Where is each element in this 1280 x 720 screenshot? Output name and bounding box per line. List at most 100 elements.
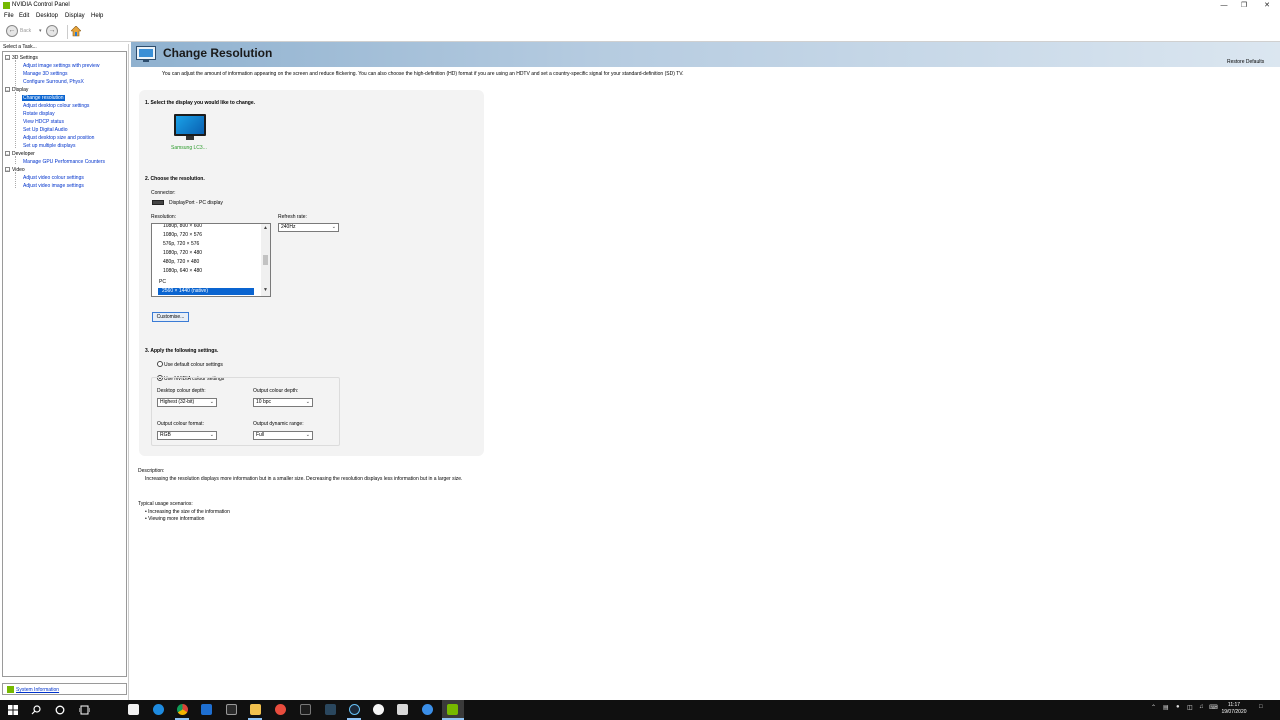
- customise-button[interactable]: Customise...: [152, 312, 189, 322]
- output-colour-depth-select[interactable]: 10 bpc ⌄: [253, 398, 313, 407]
- search-icon[interactable]: [31, 705, 41, 715]
- ethernet-icon[interactable]: ◫: [1187, 704, 1193, 711]
- close-button[interactable]: ✕: [1254, 0, 1280, 11]
- network-icon[interactable]: ▤: [1163, 704, 1169, 711]
- ubisoft-icon[interactable]: [300, 704, 311, 715]
- controller-icon[interactable]: [397, 704, 408, 715]
- collapse-icon[interactable]: –: [5, 151, 10, 157]
- resolution-option[interactable]: 1080p, 720 × 576: [163, 232, 202, 238]
- output-colour-format-select[interactable]: RGB ⌄: [157, 431, 217, 440]
- back-label[interactable]: Back: [20, 28, 31, 34]
- task-manage-3d-settings[interactable]: Manage 3D settings: [23, 71, 67, 77]
- refresh-rate-label: Refresh rate:: [278, 214, 307, 220]
- clock-date: 19/07/2020: [1221, 709, 1247, 715]
- collapse-icon[interactable]: –: [5, 87, 10, 93]
- task-change-resolution[interactable]: Change resolution: [22, 95, 65, 101]
- page-title: Change Resolution: [163, 46, 273, 60]
- menu-help[interactable]: Help: [91, 13, 103, 19]
- windows-start-icon[interactable]: [8, 705, 18, 715]
- usage-item: • Viewing more information: [145, 516, 205, 522]
- task-view-hdcp[interactable]: View HDCP status: [23, 119, 64, 125]
- chrome-icon[interactable]: [177, 704, 188, 715]
- menu-display[interactable]: Display: [65, 13, 85, 19]
- epic-games-icon[interactable]: [226, 704, 237, 715]
- task-view-icon[interactable]: [79, 705, 90, 715]
- system-info-icon: [7, 686, 14, 693]
- chevron-up-icon[interactable]: ⌃: [1151, 704, 1156, 711]
- task-video-image[interactable]: Adjust video image settings: [23, 183, 84, 189]
- pane-splitter[interactable]: [128, 44, 129, 700]
- chevron-down-icon: ⌄: [209, 432, 214, 438]
- task-video-colour[interactable]: Adjust video colour settings: [23, 175, 84, 181]
- nvidia-taskbar-icon[interactable]: [447, 704, 458, 715]
- output-dynamic-range-select[interactable]: Full ⌄: [253, 431, 313, 440]
- radio-default-colour[interactable]: [157, 361, 163, 367]
- task-adjust-desktop-colour[interactable]: Adjust desktop colour settings: [23, 103, 89, 109]
- tree-category-3d-settings[interactable]: –3D Settings: [5, 55, 38, 61]
- collapse-icon[interactable]: –: [5, 167, 10, 173]
- system-information-label[interactable]: System Information: [16, 687, 59, 693]
- edge-icon[interactable]: [153, 704, 164, 715]
- description-text: Increasing the resolution displays more …: [145, 476, 463, 482]
- task-desktop-size[interactable]: Adjust desktop size and position: [23, 135, 94, 141]
- app-icon[interactable]: [422, 704, 433, 715]
- resolution-label: Resolution:: [151, 214, 177, 220]
- tree-category-video[interactable]: – Video: [5, 167, 25, 173]
- task-configure-surround[interactable]: Configure Surround, PhysX: [23, 79, 84, 85]
- taskbar-clock[interactable]: 11:17 19/07/2020: [1218, 702, 1250, 716]
- file-explorer-icon[interactable]: [250, 704, 261, 715]
- tree-category-display[interactable]: – Display: [5, 87, 28, 93]
- itunes-icon[interactable]: [373, 704, 384, 715]
- radio-default-colour-label[interactable]: Use default colour settings: [164, 362, 223, 368]
- resolution-option[interactable]: 576p, 720 × 576: [163, 241, 199, 247]
- tree-category-developer[interactable]: – Developer: [5, 151, 35, 157]
- task-rotate-display[interactable]: Rotate display: [23, 111, 55, 117]
- resolution-option[interactable]: 1080p, 720 × 480: [163, 250, 202, 256]
- history-dropdown-icon[interactable]: ▾: [39, 28, 42, 34]
- resolution-option-selected[interactable]: 2560 × 1440 (native): [158, 288, 254, 295]
- resolution-option[interactable]: 1080p, 640 × 480: [163, 268, 202, 274]
- mail-icon[interactable]: [201, 704, 212, 715]
- display-resolution-icon: [136, 46, 156, 62]
- restore-defaults-link[interactable]: Restore Defaults: [1227, 59, 1264, 65]
- refresh-rate-select[interactable]: 240Hz ⌄: [278, 223, 339, 232]
- step3-heading: 3. Apply the following settings.: [145, 348, 219, 354]
- resolution-scrollbar[interactable]: ▲ ▼: [261, 224, 270, 296]
- resolution-option[interactable]: 480p, 720 × 480: [163, 259, 199, 265]
- store-icon[interactable]: [128, 704, 139, 715]
- page-intro: You can adjust the amount of information…: [162, 71, 684, 77]
- display-name[interactable]: Samsung LC3...: [171, 145, 207, 151]
- forward-arrow-icon[interactable]: →: [46, 25, 58, 37]
- system-information-link[interactable]: System Information: [2, 683, 127, 695]
- task-adjust-image-settings[interactable]: Adjust image settings with preview: [23, 63, 99, 69]
- cortana-icon[interactable]: [55, 705, 65, 715]
- tray-app-icon[interactable]: ●: [1176, 704, 1180, 710]
- menu-file[interactable]: File: [4, 13, 14, 19]
- display-monitor-icon[interactable]: [174, 114, 206, 140]
- output-colour-format-label: Output colour format:: [157, 421, 204, 427]
- back-arrow-icon[interactable]: ←: [6, 25, 18, 37]
- home-button[interactable]: [67, 25, 81, 39]
- scroll-thumb[interactable]: [263, 255, 268, 265]
- clock-time: 11:17: [1227, 702, 1241, 708]
- app-icon[interactable]: [275, 704, 286, 715]
- language-icon[interactable]: ⌨: [1209, 704, 1218, 711]
- resolution-option[interactable]: 1080p, 800 × 600: [163, 224, 202, 229]
- menu-desktop[interactable]: Desktop: [36, 13, 58, 19]
- steam-icon[interactable]: [349, 704, 360, 715]
- notifications-icon[interactable]: □: [1259, 704, 1263, 710]
- task-digital-audio[interactable]: Set Up Digital Audio: [23, 127, 67, 133]
- collapse-icon[interactable]: –: [5, 55, 10, 61]
- desktop-colour-depth-select[interactable]: Highest (32-bit) ⌄: [157, 398, 217, 407]
- scroll-up-icon[interactable]: ▲: [262, 225, 269, 231]
- menu-edit[interactable]: Edit: [19, 13, 29, 19]
- task-tree: –3D Settings Adjust image settings with …: [2, 51, 127, 677]
- resolution-listbox[interactable]: 1080p, 800 × 600 1080p, 720 × 576 576p, …: [151, 223, 271, 297]
- volume-icon[interactable]: ♫: [1199, 704, 1204, 710]
- menu-bar: File Edit Desktop Display Help: [0, 11, 1280, 21]
- task-multiple-displays[interactable]: Set up multiple displays: [23, 143, 76, 149]
- origin-icon[interactable]: [325, 704, 336, 715]
- displayport-icon: [152, 200, 164, 205]
- task-gpu-counters[interactable]: Manage GPU Performance Counters: [23, 159, 105, 165]
- scroll-down-icon[interactable]: ▼: [262, 287, 269, 293]
